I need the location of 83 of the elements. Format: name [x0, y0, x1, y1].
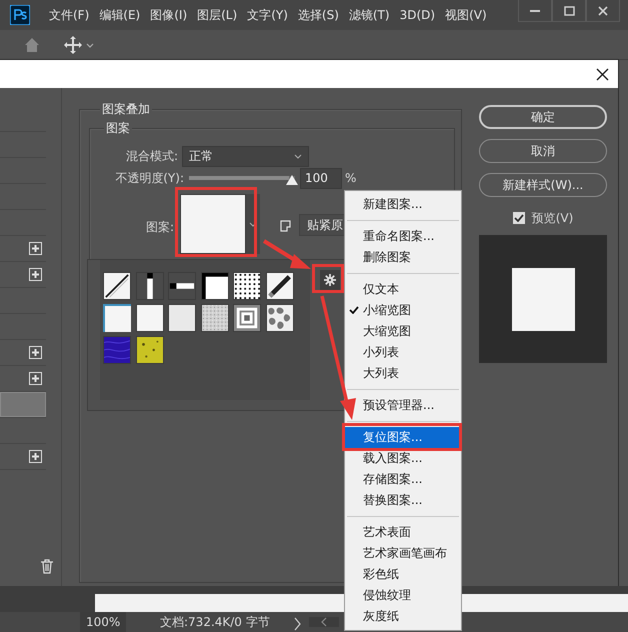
- menu-item[interactable]: 侵蚀纹理: [345, 585, 461, 606]
- menu-item[interactable]: 文件(F): [44, 6, 94, 24]
- add-icon[interactable]: [29, 268, 42, 281]
- move-tool-icon[interactable]: [64, 36, 82, 54]
- trash-icon[interactable]: [40, 559, 54, 574]
- settings-icon: [324, 274, 336, 286]
- menu-item[interactable]: 仅文本: [345, 279, 461, 300]
- menu-item[interactable]: 艺术表面: [345, 522, 461, 543]
- app-logo-icon: [10, 5, 30, 25]
- add-icon[interactable]: [29, 372, 42, 385]
- menu-item[interactable]: 彩色纸: [345, 564, 461, 585]
- snap-origin-icon[interactable]: [280, 220, 291, 232]
- dialog-button[interactable]: 取消: [479, 139, 607, 163]
- menu-item[interactable]: 载入图案...: [345, 448, 461, 469]
- pattern-swatch[interactable]: [233, 272, 261, 300]
- menu-item[interactable]: 替换图案...: [345, 490, 461, 511]
- opacity-label: 不透明度(Y):: [114, 170, 184, 187]
- menu-item[interactable]: 文字(Y): [242, 6, 293, 24]
- blend-mode-label: 混合模式:: [124, 148, 178, 165]
- menu-item[interactable]: 选择(S): [292, 6, 344, 24]
- menu-item[interactable]: 存储图案...: [345, 469, 461, 490]
- group-title: 图案叠加: [100, 101, 152, 117]
- caret-icon: [249, 222, 257, 226]
- menu-item[interactable]: 大列表: [345, 363, 461, 384]
- menu-item[interactable]: 删除图案: [345, 247, 461, 268]
- maximize-button[interactable]: [552, 0, 586, 22]
- pattern-swatch[interactable]: [200, 272, 228, 300]
- menu-item[interactable]: 小列表: [345, 342, 461, 363]
- dialog-button[interactable]: 确定: [479, 105, 607, 129]
- blend-mode-dropdown[interactable]: 正常: [182, 146, 309, 166]
- menu-item[interactable]: 视图(V): [440, 6, 492, 24]
- add-icon[interactable]: [29, 346, 42, 359]
- preview-checkbox[interactable]: [512, 212, 525, 224]
- menu-item[interactable]: 图像(I): [145, 6, 192, 24]
- menu-item[interactable]: 艺术家画笔画布: [345, 543, 461, 564]
- pattern-label: 图案:: [144, 219, 174, 236]
- menu-item[interactable]: 大缩览图: [345, 321, 461, 342]
- opacity-field[interactable]: 100: [300, 168, 342, 188]
- pattern-swatch[interactable]: [200, 304, 228, 332]
- add-icon[interactable]: [29, 450, 42, 463]
- annotation-arrow: [262, 239, 311, 269]
- pattern-swatch[interactable]: [136, 304, 164, 332]
- highlight-frame: [312, 264, 344, 293]
- scroll-left-button[interactable]: [308, 617, 339, 627]
- menu-item[interactable]: 小缩览图: [345, 300, 461, 321]
- pattern-swatch[interactable]: [233, 304, 261, 332]
- maximize-icon: [564, 6, 574, 16]
- pattern-swatch[interactable]: [266, 304, 294, 332]
- menu-item[interactable]: 新建图案...: [345, 194, 461, 215]
- menu-item[interactable]: 3D(D): [394, 6, 440, 24]
- menu-item[interactable]: 图层(L): [192, 6, 242, 24]
- chevron-left-icon: [320, 617, 327, 627]
- close-icon[interactable]: [596, 68, 609, 80]
- section-title: 图案: [104, 120, 132, 136]
- pattern-swatch[interactable]: [136, 336, 164, 364]
- pattern-swatch[interactable]: [103, 304, 131, 332]
- percent-label: %: [345, 170, 356, 187]
- menu-item[interactable]: 编辑(E): [94, 6, 146, 24]
- close-button[interactable]: [586, 0, 620, 22]
- pattern-swatch[interactable]: [136, 272, 164, 300]
- menu-item[interactable]: 灰度纸: [345, 606, 461, 627]
- preview-label: 预览(V): [532, 210, 574, 227]
- document-info[interactable]: 文档:732.4K/0 字节: [160, 614, 270, 630]
- pattern-swatch[interactable]: [266, 272, 294, 300]
- menu-item[interactable]: 滤镜(T): [344, 6, 395, 24]
- dialog-button[interactable]: 新建样式(W)...: [479, 173, 607, 197]
- settings-button[interactable]: [320, 270, 340, 290]
- pattern-swatch[interactable]: [168, 272, 196, 300]
- close-icon: [598, 6, 608, 16]
- chevron-right-icon[interactable]: [294, 616, 301, 630]
- preview-swatch: [512, 268, 574, 330]
- minimize-button[interactable]: [518, 0, 552, 22]
- pattern-swatch[interactable]: [168, 304, 196, 332]
- checkmark-icon: [514, 214, 524, 222]
- caret-icon[interactable]: [86, 42, 94, 48]
- pattern-swatch[interactable]: [103, 272, 131, 300]
- menu-item[interactable]: 复位图案...: [345, 427, 461, 448]
- add-icon[interactable]: [29, 242, 42, 255]
- caret-icon: [294, 154, 302, 158]
- pattern-swatch-preview[interactable]: [180, 194, 246, 254]
- pattern-swatch[interactable]: [103, 336, 131, 364]
- slider-thumb[interactable]: [286, 175, 298, 185]
- zoom-field[interactable]: 100%: [80, 612, 126, 632]
